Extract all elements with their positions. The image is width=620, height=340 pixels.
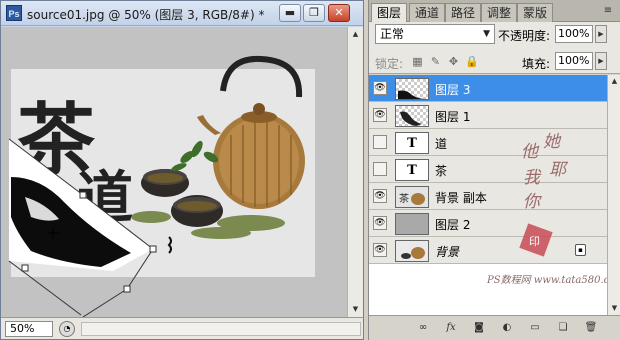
visibility-toggle[interactable]: 👁 xyxy=(373,216,387,230)
layer-thumbnail xyxy=(395,78,429,100)
chevron-down-icon: ▼ xyxy=(483,29,490,39)
delete-layer-trash-icon[interactable]: 🗑 xyxy=(583,321,599,335)
scroll-down-icon[interactable]: ▼ xyxy=(610,304,619,313)
document-status-bar: 50% ◔ xyxy=(1,317,363,339)
layers-scrollbar[interactable]: ▲ ▼ xyxy=(607,75,620,315)
zoom-level-field[interactable]: 50% xyxy=(5,321,53,337)
canvas-vertical-scrollbar[interactable]: ▲ ▼ xyxy=(347,27,363,317)
layer-row[interactable]: 👁 背景 ▪ xyxy=(369,237,607,264)
layer-row[interactable]: 👁 茶 背景 副本 xyxy=(369,183,607,210)
eye-icon: 👁 xyxy=(374,110,386,120)
svg-text:茶: 茶 xyxy=(399,192,409,205)
close-button[interactable]: ✕ xyxy=(328,4,350,22)
document-title: source01.jpg @ 50% (图层 3, RGB/8#) * xyxy=(27,8,265,22)
add-mask-icon[interactable]: ◙ xyxy=(471,321,487,335)
layer-style-fx-icon[interactable]: fx xyxy=(443,321,459,335)
blend-mode-select[interactable]: 正常 ▼ xyxy=(375,24,495,44)
panel-tab-bar: 图层 通道 路径 调整 蒙版 ≡ xyxy=(369,0,620,23)
layer-name[interactable]: 茶 xyxy=(435,162,447,179)
new-layer-icon[interactable]: ❏ xyxy=(555,321,571,335)
text-layer-thumbnail: T xyxy=(395,159,429,181)
lock-all-icon[interactable]: 🔒 xyxy=(465,55,479,68)
eye-icon: 👁 xyxy=(374,218,386,228)
document-titlebar[interactable]: Ps source01.jpg @ 50% (图层 3, RGB/8#) * ▬… xyxy=(1,1,363,26)
scroll-up-icon[interactable]: ▲ xyxy=(350,29,361,40)
minimize-button[interactable]: ▬ xyxy=(279,4,301,22)
lock-label: 锁定: xyxy=(375,57,404,71)
close-icon: ✕ xyxy=(334,6,344,19)
layer-row[interactable]: 👁 T 茶 xyxy=(369,156,607,183)
fill-label: 填充: xyxy=(522,57,551,71)
lock-position-move-icon[interactable]: ✥ xyxy=(447,55,460,68)
eye-icon: 👁 xyxy=(374,245,386,255)
opacity-input[interactable]: 100% xyxy=(555,25,593,43)
tab-layers[interactable]: 图层 xyxy=(371,3,408,23)
visibility-toggle[interactable]: 👁 xyxy=(373,135,387,149)
visibility-toggle[interactable]: 👁 xyxy=(373,162,387,176)
eye-icon: 👁 xyxy=(374,191,386,201)
layer-row[interactable]: 👁 T 道 xyxy=(369,129,607,156)
minimize-icon: ▬ xyxy=(284,6,296,19)
layer-name[interactable]: 背景 副本 xyxy=(435,189,487,206)
tab-masks[interactable]: 蒙版 xyxy=(517,3,554,22)
layer-row[interactable]: 👁 图层 2 xyxy=(369,210,607,237)
layers-panel-footer: ∞ fx ◙ ◐ ▭ ❏ 🗑 xyxy=(369,315,620,340)
document-window: Ps source01.jpg @ 50% (图层 3, RGB/8#) * ▬… xyxy=(0,0,364,340)
eye-hidden-icon: 👁 xyxy=(374,163,386,175)
tab-adjustments[interactable]: 调整 xyxy=(481,3,518,22)
layer-name[interactable]: 道 xyxy=(435,135,447,152)
fill-slider-arrow-icon[interactable]: ▶ xyxy=(595,52,607,70)
fill-input[interactable]: 100% xyxy=(555,52,593,70)
restore-button[interactable]: ❐ xyxy=(303,4,325,22)
layer-lock-icon: ▪ xyxy=(575,244,586,256)
layer-row[interactable]: 👁 图层 3 xyxy=(369,75,607,102)
status-menu-icon[interactable]: ◔ xyxy=(59,321,75,337)
layer-thumbnail xyxy=(395,105,429,127)
layers-panel: 图层 通道 路径 调整 蒙版 ≡ 正常 ▼ 不透明度: 100% ▶ 锁定: ▦… xyxy=(368,0,620,340)
lock-transparency-icon[interactable]: ▦ xyxy=(411,55,424,68)
text-layer-thumbnail: T xyxy=(395,132,429,154)
tab-paths[interactable]: 路径 xyxy=(445,3,482,22)
visibility-toggle[interactable]: 👁 xyxy=(373,189,387,203)
adjustment-layer-icon[interactable]: ◐ xyxy=(499,321,515,335)
scroll-up-icon[interactable]: ▲ xyxy=(610,77,619,86)
tab-channels[interactable]: 通道 xyxy=(409,3,446,22)
layer-name[interactable]: 背景 xyxy=(435,243,459,260)
layer-name[interactable]: 图层 1 xyxy=(435,108,470,125)
layer-name[interactable]: 图层 3 xyxy=(435,81,470,98)
new-group-folder-icon[interactable]: ▭ xyxy=(527,321,543,335)
layer-row[interactable]: 👁 图层 1 xyxy=(369,102,607,129)
layer-thumbnail: 茶 xyxy=(395,186,429,208)
visibility-toggle[interactable]: 👁 xyxy=(373,108,387,122)
photoshop-logo-icon: Ps xyxy=(6,5,22,21)
visibility-toggle[interactable]: 👁 xyxy=(373,243,387,257)
blend-mode-value: 正常 xyxy=(380,27,405,41)
canvas-horizontal-scrollbar[interactable] xyxy=(81,322,361,336)
layer-thumbnail xyxy=(395,213,429,235)
canvas-area[interactable]: 茶 道 xyxy=(1,27,347,317)
visibility-toggle[interactable]: 👁 xyxy=(373,81,387,95)
opacity-slider-arrow-icon[interactable]: ▶ xyxy=(595,25,607,43)
canvas-image: 茶 道 xyxy=(8,55,315,317)
lock-pixels-brush-icon[interactable]: ✎ xyxy=(429,55,442,68)
watermark-text: PS数程网 www.tata580.com xyxy=(487,275,620,286)
eye-icon: 👁 xyxy=(374,83,386,93)
layer-thumbnail xyxy=(395,240,429,262)
restore-icon: ❐ xyxy=(309,6,319,19)
eye-hidden-icon: 👁 xyxy=(374,136,386,148)
panel-menu-icon[interactable]: ≡ xyxy=(601,4,615,17)
scroll-down-icon[interactable]: ▼ xyxy=(350,304,361,315)
layers-list: 👁 图层 3 👁 图层 1 👁 T 道 👁 T 茶 👁 xyxy=(369,75,620,315)
opacity-label: 不透明度: xyxy=(498,29,551,43)
layer-name[interactable]: 图层 2 xyxy=(435,216,470,233)
link-layers-icon[interactable]: ∞ xyxy=(415,321,431,335)
